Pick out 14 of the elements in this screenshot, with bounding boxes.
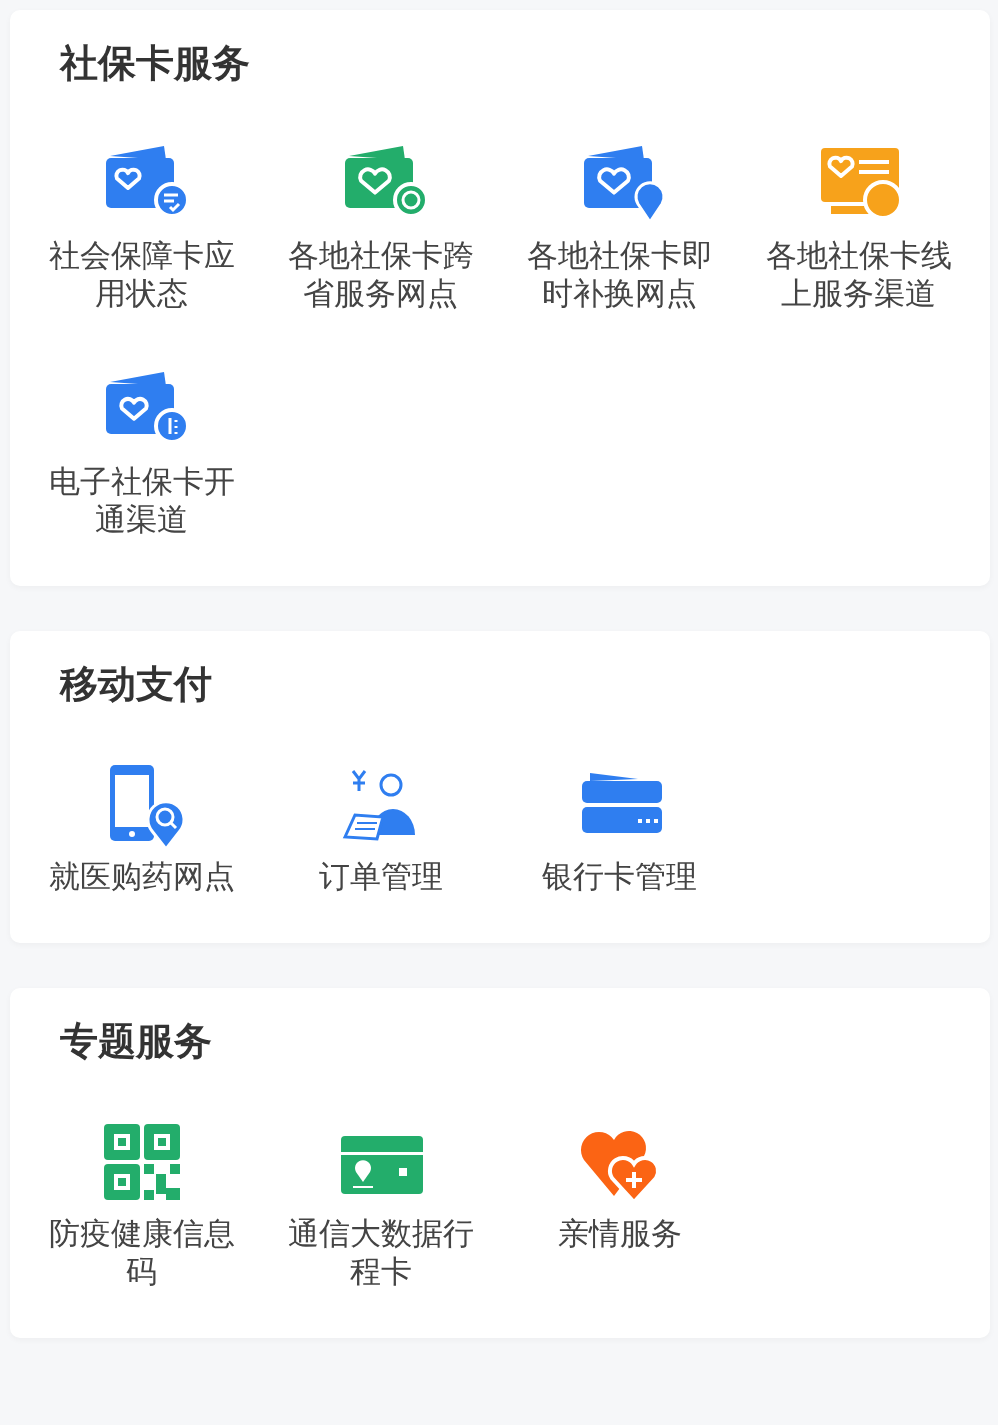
service-link[interactable]: 电子社保卡开通渠道 <box>34 462 249 538</box>
service-link[interactable]: 各地社保卡即时补换网点 <box>512 236 727 312</box>
service-link[interactable]: 各地社保卡跨省服务网点 <box>273 236 488 312</box>
service-link[interactable]: 防疫健康信息码 <box>34 1214 249 1290</box>
service-link[interactable]: 就医购药网点 <box>34 857 249 895</box>
service-link[interactable]: 银行卡管理 <box>512 857 727 895</box>
section-title: 专题服务 <box>60 1018 213 1065</box>
service-link[interactable]: 社会保障卡应用状态 <box>34 236 249 312</box>
service-link[interactable]: 通信大数据行程卡 <box>273 1214 488 1290</box>
service-link[interactable]: 各地社保卡线上服务渠道 <box>751 236 966 312</box>
service-link[interactable]: 订单管理 <box>273 857 488 895</box>
service-link[interactable]: 亲情服务 <box>512 1214 727 1252</box>
section-title: 社保卡服务 <box>60 40 251 87</box>
section-title: 移动支付 <box>60 661 213 708</box>
